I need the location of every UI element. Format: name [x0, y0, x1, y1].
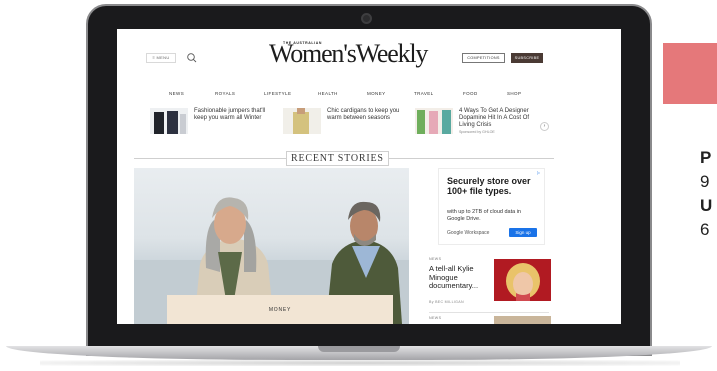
- promo-thumbnail: [150, 108, 188, 134]
- story-tag: NEWS: [429, 316, 442, 320]
- nav-item-food[interactable]: FOOD: [463, 91, 478, 96]
- story-author: By BEC MILLIGAN: [429, 300, 464, 304]
- nav-item-lifestyle[interactable]: LIFESTYLE: [264, 91, 291, 96]
- competitions-button[interactable]: COMPETITIONS: [462, 53, 505, 63]
- promo-thumbnail: [415, 108, 453, 134]
- promo-text: Chic cardigans to keep you warm between …: [327, 108, 400, 121]
- story-thumbnail: [494, 259, 551, 301]
- promo-sponsor: Sponsored by GHLOE: [459, 130, 495, 134]
- side-text-line: U: [700, 196, 713, 215]
- nav-item-health[interactable]: HEALTH: [318, 91, 338, 96]
- story-tag: NEWS: [429, 257, 442, 261]
- promo-thumbnail: [283, 108, 321, 134]
- slide-stage: ≡ MENU THE AUSTRALIAN Women'sWeekly COMP…: [0, 0, 717, 371]
- ad-signup-button[interactable]: Sign up: [509, 228, 537, 237]
- laptop-notch: [318, 346, 400, 352]
- promo-text: Fashionable jumpers that'll keep you war…: [194, 108, 266, 121]
- ad-brand: Google Workspace: [447, 230, 490, 236]
- nav-item-shop[interactable]: SHOP: [507, 91, 521, 96]
- hero-caption-card: MONEY: [167, 295, 393, 324]
- promo-card[interactable]: 4 Ways To Get A Designer Dopamine Hit In…: [415, 108, 545, 136]
- subscribe-button[interactable]: SUBSCRIBE: [511, 53, 543, 63]
- search-icon[interactable]: [186, 52, 198, 64]
- laptop-screen: ≡ MENU THE AUSTRALIAN Women'sWeekly COMP…: [117, 29, 621, 324]
- section-title: RECENT STORIES: [286, 151, 389, 166]
- story-thumbnail: [494, 316, 551, 324]
- chevron-right-icon[interactable]: ›: [540, 122, 549, 131]
- nav-item-news[interactable]: NEWS: [169, 91, 184, 96]
- accent-square: [663, 43, 717, 104]
- promo-card[interactable]: Fashionable jumpers that'll keep you war…: [150, 108, 280, 136]
- hero-story[interactable]: MONEY: [134, 168, 409, 324]
- nav-item-royals[interactable]: ROYALS: [215, 91, 235, 96]
- main-nav: NEWS ROYALS LIFESTYLE HEALTH MONEY TRAVE…: [147, 91, 567, 99]
- story-title[interactable]: A tell-all Kylie Minogue documentary...: [429, 264, 489, 291]
- side-text-line: 9: [700, 172, 710, 191]
- site-logo[interactable]: Women'sWeekly: [269, 39, 428, 69]
- story-card[interactable]: NEWS A tell-all Kylie Minogue documentar…: [429, 257, 551, 307]
- hero-category: MONEY: [268, 307, 292, 313]
- laptop-shadow: [40, 360, 680, 366]
- camera-icon: [361, 13, 372, 24]
- ad-headline: Securely store over 100+ file types.: [447, 176, 531, 196]
- promo-text: 4 Ways To Get A Designer Dopamine Hit In…: [459, 108, 530, 128]
- story-divider: [429, 312, 549, 313]
- menu-label: MENU: [156, 55, 170, 60]
- nav-item-travel[interactable]: TRAVEL: [414, 91, 434, 96]
- menu-button[interactable]: ≡ MENU: [146, 53, 176, 63]
- nav-item-money[interactable]: MONEY: [367, 91, 386, 96]
- side-text-line: P: [700, 148, 712, 167]
- ad-subtext: with up to 2TB of cloud data in Google D…: [447, 209, 521, 222]
- side-text-line: 6: [700, 220, 710, 239]
- advertisement[interactable]: ▷ Securely store over 100+ file types. w…: [438, 168, 545, 245]
- promo-card[interactable]: Chic cardigans to keep you warm between …: [283, 108, 413, 136]
